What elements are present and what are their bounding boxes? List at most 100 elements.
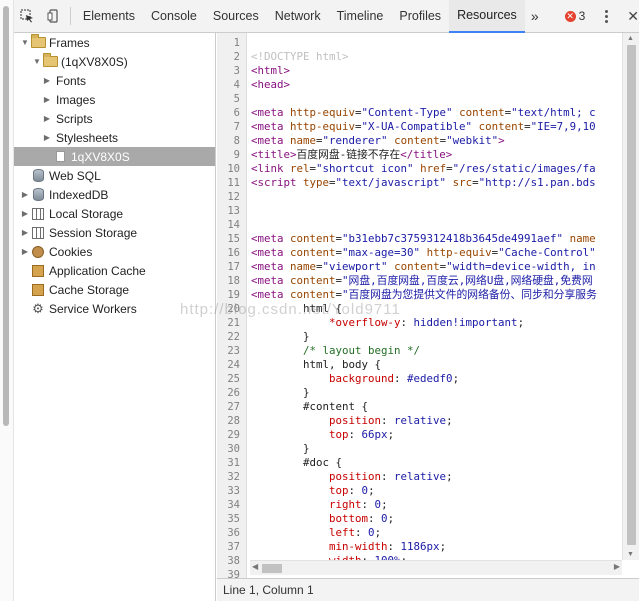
code-line: top: 0; (251, 484, 375, 498)
line-number: 15 (227, 233, 240, 245)
line-number: 9 (233, 149, 240, 161)
tree-item-cache-storage[interactable]: Cache Storage (14, 280, 215, 299)
collapse-arrow-icon[interactable]: ▶ (42, 133, 52, 142)
token-txt: ; (381, 498, 388, 511)
token-tag: > (498, 134, 505, 147)
token-txt: ; (446, 414, 453, 427)
line-number: 21 (227, 317, 240, 329)
tab-sources[interactable]: Sources (205, 0, 267, 33)
outer-scrollbar-thumb[interactable] (3, 6, 9, 426)
token-tag: <title> (251, 148, 297, 161)
more-options-icon[interactable] (599, 9, 613, 23)
token-val: hidden!important (413, 316, 518, 329)
collapse-arrow-icon[interactable]: ▶ (20, 209, 30, 218)
tab-network[interactable]: Network (267, 0, 329, 33)
token-txt: 百度网盘-链接不存在 (296, 148, 401, 161)
tree-item-label: Web SQL (49, 168, 101, 183)
token-txt: : (348, 484, 362, 497)
tree-item-images[interactable]: ▶ Images (14, 90, 215, 109)
tree-item-indexeddb[interactable]: ▶ IndexedDB (14, 185, 215, 204)
tree-item-1qxv8x0s[interactable]: ▼ (1qXV8X0S) (14, 52, 215, 71)
inspect-element-icon[interactable] (14, 0, 40, 33)
tab-profiles[interactable]: Profiles (391, 0, 449, 33)
tree-item-1qxv8x0s[interactable]: 1qXV8X0S (14, 147, 215, 166)
collapse-arrow-icon[interactable]: ▶ (42, 76, 52, 85)
line-number: 26 (227, 387, 240, 399)
tab-resources[interactable]: Resources (449, 0, 525, 33)
scroll-left-arrow-icon[interactable]: ◀ (252, 562, 258, 571)
line-number: 29 (227, 429, 240, 441)
token-val: "百度网盘为您提供文件的网络备份、同步和分享服务 (342, 288, 597, 301)
code-line: <html> (251, 64, 290, 78)
token-attr: content (459, 106, 505, 119)
token-txt: html { (251, 302, 343, 315)
tab-timeline[interactable]: Timeline (329, 0, 392, 33)
scroll-up-arrow-icon[interactable]: ▲ (627, 35, 634, 42)
tree-item-cookies[interactable]: ▶ Cookies (14, 242, 215, 261)
close-devtools-button[interactable]: ✕ (627, 8, 639, 25)
token-txt: : (361, 498, 375, 511)
code-line: <script type="text/javascript" src="http… (251, 176, 596, 190)
token-tag: <meta (251, 274, 291, 287)
collapse-arrow-icon[interactable]: ▶ (42, 95, 52, 104)
collapse-arrow-icon[interactable]: ▶ (42, 114, 52, 123)
tree-item-local-storage[interactable]: ▶ Local Storage (14, 204, 215, 223)
line-number: 2 (233, 51, 240, 63)
token-txt: : (368, 512, 382, 525)
code-line: <title>百度网盘-链接不存在</title> (251, 148, 452, 162)
code-horizontal-scroll-thumb[interactable] (262, 564, 282, 573)
tab-elements[interactable]: Elements (75, 0, 143, 33)
more-tabs-button[interactable]: » (525, 0, 545, 33)
line-number: 10 (227, 163, 240, 175)
token-txt: ; (452, 372, 460, 385)
tree-item-label: 1qXV8X0S (71, 149, 130, 164)
code-line: bottom: 0; (251, 512, 394, 526)
expand-arrow-icon[interactable]: ▼ (20, 38, 30, 47)
token-val: relative (394, 470, 447, 483)
source-viewer[interactable]: 1 2 3 4 5 6 7 8 9 10 11 12 13 14 15 16 17 18 19 20 21 22 23 24 2… (217, 33, 639, 578)
tree-item-label: Session Storage (49, 225, 138, 240)
tree-item-application-cache[interactable]: Application Cache (14, 261, 215, 280)
grid-icon (30, 207, 46, 221)
scroll-right-arrow-icon[interactable]: ▶ (614, 562, 620, 571)
device-mode-icon[interactable] (40, 0, 66, 33)
code-horizontal-scrollbar[interactable]: ◀ ▶ (250, 560, 622, 575)
token-txt: : (348, 428, 362, 441)
line-number: 8 (233, 135, 240, 147)
database-icon (30, 169, 46, 183)
tree-item-stylesheets[interactable]: ▶ Stylesheets (14, 128, 215, 147)
collapse-arrow-icon[interactable]: ▶ (20, 228, 30, 237)
line-number-gutter: 1 2 3 4 5 6 7 8 9 10 11 12 13 14 15 16 17 18 19 20 21 22 23 24 2… (217, 33, 247, 578)
tree-item-label: IndexedDB (49, 187, 109, 202)
tree-item-fonts[interactable]: ▶ Fonts (14, 71, 215, 90)
code-vertical-scroll-thumb[interactable] (627, 45, 636, 545)
token-txt: } (251, 330, 310, 343)
expand-arrow-icon[interactable]: ▼ (32, 57, 42, 66)
code-line: <meta content="百度网盘为您提供文件的网络备份、同步和分享服务 (251, 288, 597, 302)
tree-item-session-storage[interactable]: ▶ Session Storage (14, 223, 215, 242)
token-val: "text/javascript" (335, 176, 453, 189)
line-number: 34 (227, 499, 240, 511)
tree-item-scripts[interactable]: ▶ Scripts (14, 109, 215, 128)
token-txt: ; (446, 470, 453, 483)
code-line: } (251, 386, 310, 400)
scroll-down-arrow-icon[interactable]: ▼ (627, 551, 634, 558)
toolbar-separator (69, 7, 71, 25)
tree-item-service-workers[interactable]: ⚙ Service Workers (14, 299, 215, 318)
token-val: relative (394, 414, 447, 427)
tab-console[interactable]: Console (143, 0, 205, 33)
database-icon (30, 188, 46, 202)
code-vertical-scrollbar[interactable]: ▲ ▼ (622, 33, 639, 560)
token-prop: top (329, 428, 349, 441)
token-txt: ; (368, 484, 375, 497)
tree-item-web-sql[interactable]: Web SQL (14, 166, 215, 185)
token-attr: http-equiv (290, 106, 356, 119)
collapse-arrow-icon[interactable]: ▶ (20, 247, 30, 256)
tree-item-frames[interactable]: ▼ Frames (14, 33, 215, 52)
token-val: "max-age=30" (342, 246, 427, 259)
collapse-arrow-icon[interactable]: ▶ (20, 190, 30, 199)
outer-scrollbar[interactable] (0, 0, 14, 601)
error-count-badge[interactable]: ✕ 3 (564, 9, 585, 23)
